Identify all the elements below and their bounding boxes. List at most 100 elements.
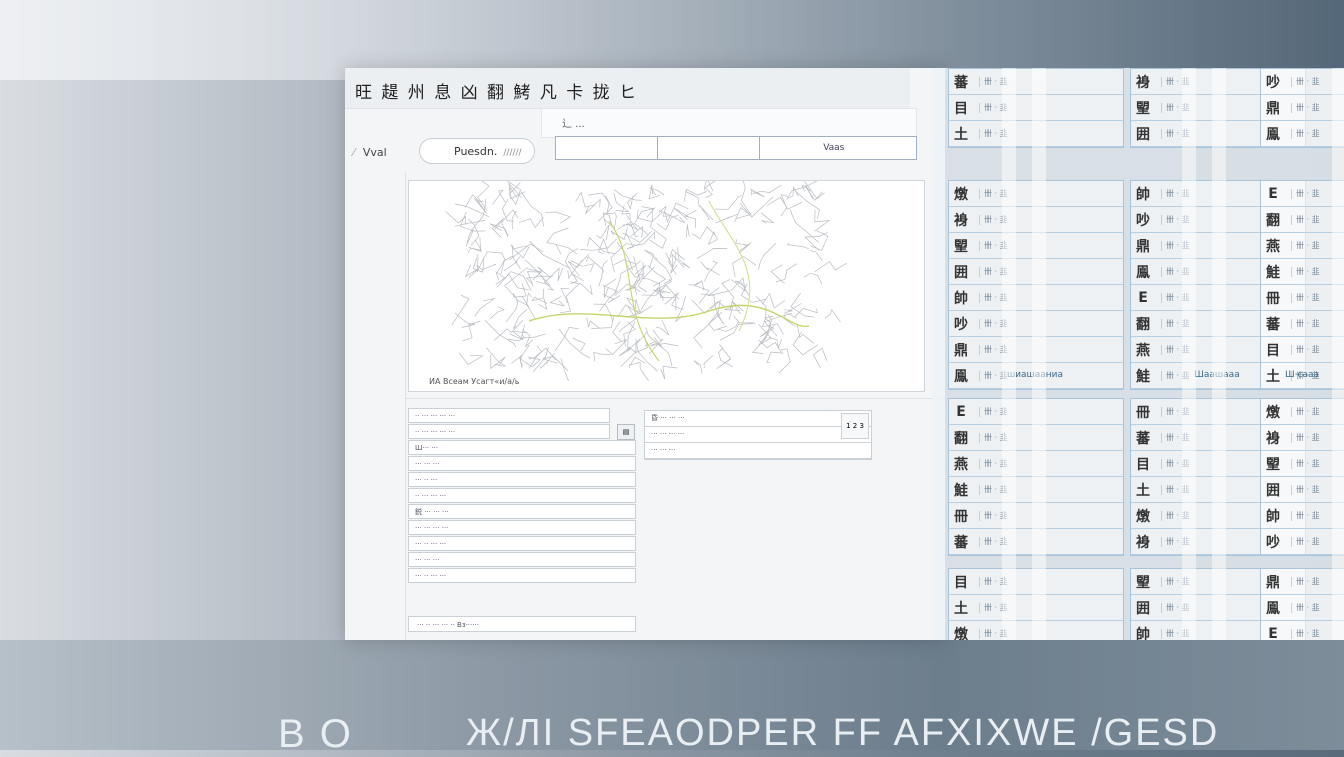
glyph-icon: 目 xyxy=(954,574,968,591)
form-row[interactable]: ··· ·· ··· ··· xyxy=(408,536,636,551)
row-value: 卌 · 韭 xyxy=(979,484,1123,495)
mini-row: 昏 ··· ··· ··· xyxy=(645,411,871,427)
row-value: 卌 · 韭 xyxy=(979,266,1123,277)
row-value: 卌 · 韭 xyxy=(979,292,1123,303)
row-value: 卌 · 韭 xyxy=(979,344,1123,355)
tab-2[interactable] xyxy=(658,137,760,159)
glyph-icon: 鳯 xyxy=(1266,600,1280,617)
chevron-icon: ⁄ xyxy=(353,146,355,159)
glyph-icon: 蕃 xyxy=(954,74,968,91)
glyph-icon: 囲 xyxy=(1266,482,1280,499)
form-row[interactable]: 鋭 ··· ··· ··· xyxy=(408,504,636,519)
glyph-icon: 鼎 xyxy=(954,342,968,359)
main-window: 旺 趧 州 息 凶 翻 鮳 凡 卡 拢 ヒ 辶 ... ⁄ Vval Puesdn… xyxy=(345,68,945,640)
overlay-stripe xyxy=(1212,68,1226,640)
title-bar: 旺 趧 州 息 凶 翻 鮳 凡 卡 拢 ヒ xyxy=(345,68,910,109)
form-row[interactable]: ··· ·· ··· ··· xyxy=(408,568,636,583)
glyph-icon: 囲 xyxy=(1136,126,1150,143)
row-value: 卌 · 韭 xyxy=(979,602,1123,613)
glyph-icon: 吵 xyxy=(1266,74,1280,91)
row-value: 卌 · 韭 xyxy=(979,102,1123,113)
row-value: 卌 · 韭 xyxy=(979,432,1123,443)
glyph-icon: 鳯 xyxy=(1266,126,1280,143)
glyph-icon: 吵 xyxy=(1136,212,1150,229)
row-value: 卌 · 韭 xyxy=(979,76,1123,87)
glyph-icon: 吵 xyxy=(1266,534,1280,551)
tab-1[interactable] xyxy=(556,137,658,159)
glyph-icon: 冊 xyxy=(1266,290,1280,307)
glyph-icon: 朢 xyxy=(954,238,968,255)
glyph-icon: 裑 xyxy=(1136,534,1150,551)
mini-row: ··· ··· ··· xyxy=(645,443,871,459)
glyph-icon: 裑 xyxy=(954,212,968,229)
glyph-icon: 朢 xyxy=(1136,100,1150,117)
form-row[interactable]: ··· ·· ··· xyxy=(408,472,636,487)
glyph-icon: 目 xyxy=(1136,456,1150,473)
glyph-icon: 土 xyxy=(954,126,968,143)
road-map xyxy=(445,176,847,394)
form-row[interactable]: ··· ··· ··· xyxy=(408,456,636,471)
glyph-icon: 翻 xyxy=(1136,316,1150,333)
row-value: 卌 · 韭 xyxy=(979,576,1123,587)
row-value: 卌 · 韭 xyxy=(979,510,1123,521)
nav-label: Vval xyxy=(362,146,387,159)
window-title: 旺 趧 州 息 凶 翻 鮳 凡 卡 拢 ヒ xyxy=(355,83,639,103)
overlay-stripe xyxy=(1032,68,1046,640)
row-value: 卌 · 韭 xyxy=(979,458,1123,469)
glyph-icon: 帥 xyxy=(1136,186,1150,203)
overlay-stripe xyxy=(1182,68,1196,640)
sub-bar: 辶 ... xyxy=(541,108,917,138)
overlay-stripe xyxy=(1002,68,1016,640)
section-divider xyxy=(405,398,945,399)
row-value: 卌 · 韭 xyxy=(979,628,1123,639)
form-row[interactable]: ··· ··· ··· xyxy=(408,552,636,567)
calendar-icon[interactable]: ▤ xyxy=(617,424,635,440)
tab-value: Vaas xyxy=(823,143,845,153)
form-row[interactable]: ·· ··· ··· ··· xyxy=(408,488,636,503)
row-value: 卌 · 韭 xyxy=(979,240,1123,251)
right-panel: 蕃卌 · 韭目卌 · 韭土卌 · 韭燉卌 · 韭裑卌 · 韭朢卌 · 韭囲卌 ·… xyxy=(932,68,1344,640)
search-value: Puesdn. xyxy=(454,145,498,158)
map-panel[interactable]: ИА Всеам Усагт«и/а/ь xyxy=(408,176,925,394)
toolbar: ⁄ Vval Puesdn. ////// Vaas xyxy=(345,136,945,172)
row-value: 卌 · 韭 xyxy=(979,214,1123,225)
form-row[interactable]: Ш··· ··· xyxy=(408,440,636,455)
glyph-icon: 鼎 xyxy=(1266,574,1280,591)
glyph-icon: 蕃 xyxy=(1266,316,1280,333)
glyph-icon: 翻 xyxy=(954,430,968,447)
form-row[interactable]: ·· ··· ··· ··· ··· xyxy=(408,408,610,423)
glyph-icon: E xyxy=(1268,185,1278,202)
glyph-icon: 蕃 xyxy=(954,534,968,551)
search-hint: ////// xyxy=(503,148,522,158)
row-value: 卌 · 韭 xyxy=(979,128,1123,139)
mini-cell[interactable]: 1 2 3 xyxy=(841,413,869,439)
glyph-icon: 囲 xyxy=(1136,600,1150,617)
glyph-icon: 燉 xyxy=(1136,508,1150,525)
glyph-icon: E xyxy=(956,403,966,420)
search-input[interactable]: Puesdn. ////// xyxy=(419,138,535,164)
form-row[interactable]: ·· ··· ··· ··· ··· xyxy=(408,424,610,439)
glyph-icon: 鼎 xyxy=(1136,238,1150,255)
glyph-icon: 燉 xyxy=(954,626,968,641)
row-value: 卌 · 韭 xyxy=(979,318,1123,329)
glyph-icon: 裑 xyxy=(1136,74,1150,91)
glyph-icon: 目 xyxy=(954,100,968,117)
glyph-icon: 帥 xyxy=(954,290,968,307)
bottom-text-left: B O xyxy=(278,712,353,756)
glyph-icon: 燉 xyxy=(1266,404,1280,421)
nav-back-link[interactable]: ⁄ Vval xyxy=(353,146,387,159)
glyph-icon: 帥 xyxy=(1136,626,1150,641)
form-row[interactable]: ··· ··· ··· ··· xyxy=(408,520,636,535)
glyph-icon: 土 xyxy=(1136,482,1150,499)
glyph-icon: 燕 xyxy=(954,456,968,473)
glyph-icon: 冊 xyxy=(954,508,968,525)
glyph-icon: 朢 xyxy=(1136,574,1150,591)
form-footer: ··· ·· ··· ··· ·· Вз······ xyxy=(408,616,636,632)
field-tabs: Vaas xyxy=(555,136,917,160)
glyph-icon: 鳯 xyxy=(1136,264,1150,281)
overlay-stripe xyxy=(1332,68,1344,640)
mini-row: ··· ··· ··· ··· xyxy=(645,427,871,443)
glyph-icon: 土 xyxy=(954,600,968,617)
tab-3[interactable]: Vaas xyxy=(760,137,916,159)
glyph-icon: 燕 xyxy=(1136,342,1150,359)
